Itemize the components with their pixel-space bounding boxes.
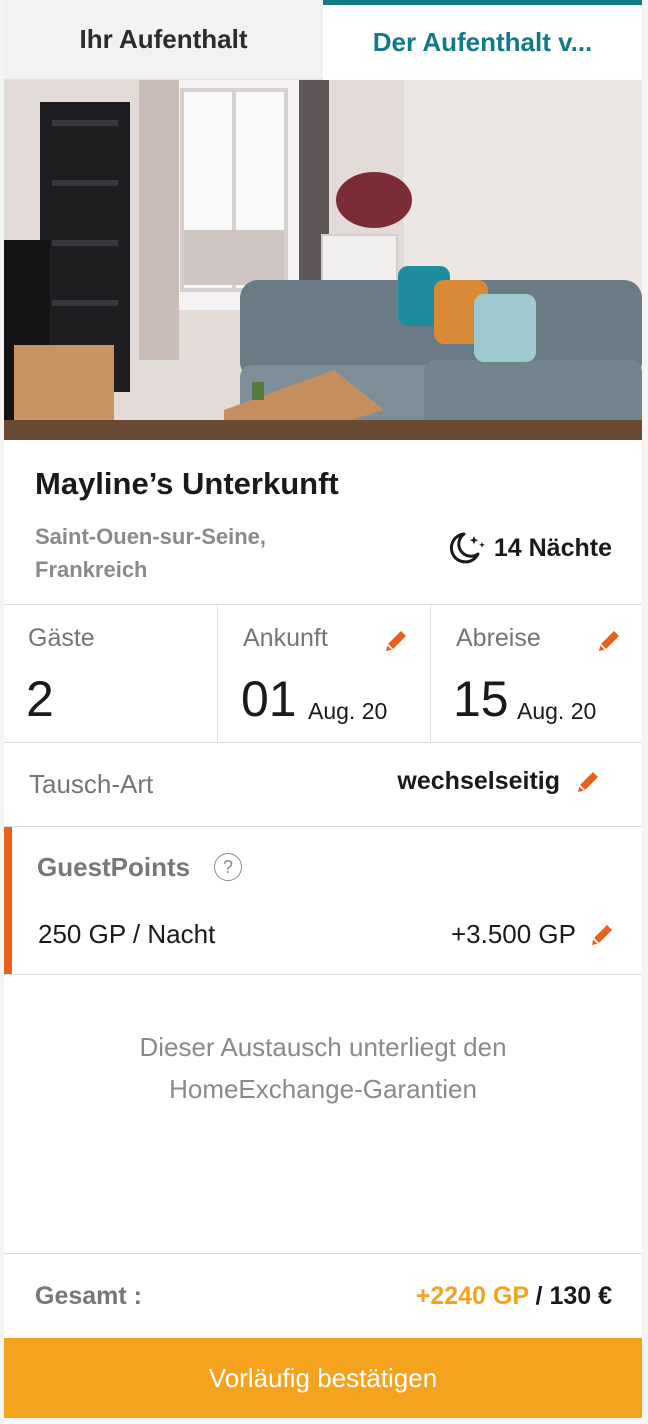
tab-their-stay[interactable]: Der Aufenthalt v... [323, 0, 642, 80]
exchange-type-value: wechselseitig [397, 767, 560, 795]
divider [430, 604, 431, 742]
stay-tabs: Ihr Aufenthalt Der Aufenthalt v... [4, 0, 642, 80]
edit-departure-pencil-icon[interactable] [595, 627, 623, 655]
guestpoints-title: GuestPoints [37, 852, 191, 882]
edit-arrival-pencil-icon[interactable] [382, 627, 410, 655]
total-separator: / [528, 1282, 550, 1310]
divider [4, 604, 642, 605]
living-room-illustration [4, 80, 642, 440]
guestpoints-accent-bar [4, 827, 12, 974]
arrival-month: Aug. 20 [308, 698, 388, 724]
divider [4, 974, 642, 975]
divider [217, 604, 218, 742]
tab-your-stay-label: Ihr Aufenthalt [79, 24, 248, 54]
divider [4, 826, 642, 827]
guestpoints-rate: 250 GP / Nacht [38, 919, 216, 949]
confirm-button[interactable]: Vorläufig bestätigen [4, 1338, 642, 1418]
arrival-day: 01 [241, 671, 297, 727]
total-euro: 130 € [549, 1282, 612, 1310]
edit-exchange-type-pencil-icon[interactable] [574, 768, 602, 796]
divider [4, 1253, 642, 1254]
listing-photo[interactable] [4, 80, 642, 440]
exchange-type-label: Tausch-Art [29, 769, 154, 799]
total-label: Gesamt : [35, 1282, 142, 1310]
divider [4, 742, 642, 743]
listing-location: Saint-Ouen-sur-Seine, Frankreich [35, 524, 267, 582]
guests-label: Gäste [28, 624, 95, 652]
total-guestpoints: +2240 GP [415, 1282, 529, 1310]
guestpoints-total: +3.500 GP [450, 919, 576, 949]
nights-badge: 14 Nächte [444, 530, 612, 566]
tab-your-stay[interactable]: Ihr Aufenthalt [4, 0, 323, 80]
departure-day: 15 [453, 671, 509, 727]
listing-title: Mayline’s Unterkunft [35, 466, 339, 501]
departure-month: Aug. 20 [517, 698, 597, 724]
arrival-label: Ankunft [243, 624, 328, 652]
edit-guestpoints-pencil-icon[interactable] [588, 921, 616, 949]
departure-label: Abreise [456, 624, 541, 652]
nights-count: 14 Nächte [493, 533, 612, 562]
guarantee-notice: Dieser Austausch unterliegt den HomeExch… [139, 1032, 507, 1104]
total-amount: +2240 GP / 130 € [416, 1282, 612, 1311]
page-gutter-right [642, 0, 648, 1424]
help-icon[interactable]: ? [214, 853, 242, 881]
guests-value: 2 [26, 671, 54, 727]
stay-card: Ihr Aufenthalt Der Aufenthalt v... Mayli… [4, 0, 642, 1424]
tab-their-stay-label: Der Aufenthalt v... [372, 27, 593, 57]
moon-stars-icon [449, 532, 485, 564]
